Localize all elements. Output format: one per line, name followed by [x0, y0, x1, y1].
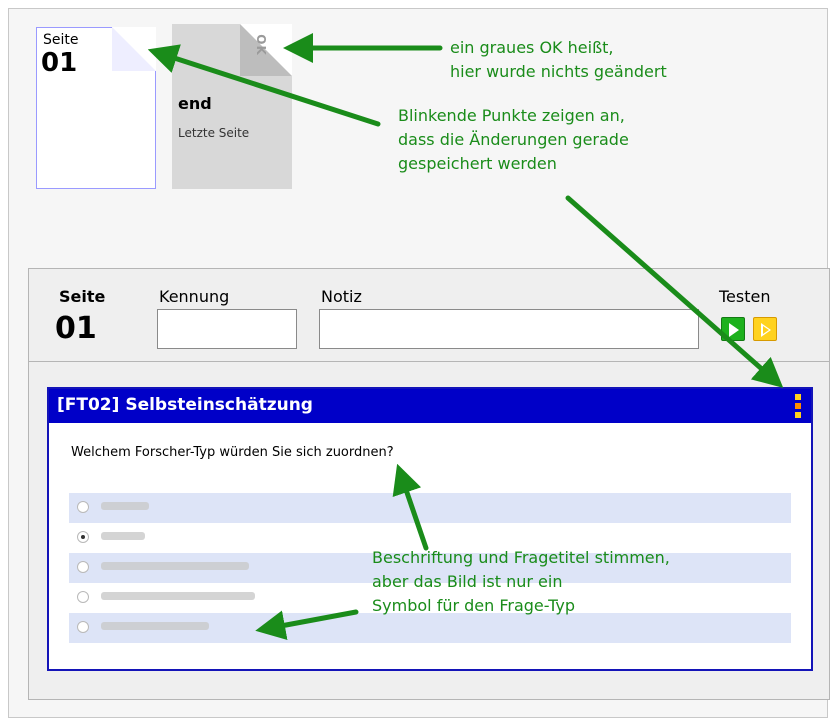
- question-title: [FT02] Selbsteinschätzung: [57, 395, 313, 415]
- play-icon: [729, 323, 739, 337]
- page-card-number: 01: [41, 48, 78, 78]
- seite-number: 01: [55, 311, 97, 346]
- kennung-input[interactable]: [157, 309, 297, 349]
- test-play-alt-button[interactable]: [753, 317, 777, 341]
- test-play-button[interactable]: [721, 317, 745, 341]
- annotation-caption: Beschriftung und Fragetitel stimmen, abe…: [372, 548, 670, 615]
- page-fold-icon: [112, 27, 156, 71]
- blurred-option-label: [101, 592, 255, 600]
- page-card-01[interactable]: Seite 01: [36, 27, 156, 189]
- blurred-option-label: [101, 562, 249, 570]
- blurred-option-label: [101, 532, 145, 540]
- seite-label: Seite: [59, 287, 106, 306]
- question-text: Welchem Forscher-Typ würden Sie sich zuo…: [71, 445, 394, 460]
- blurred-option-label: [101, 502, 149, 510]
- end-card-title: end: [178, 94, 212, 113]
- end-card-subtitle: Letzte Seite: [178, 126, 250, 140]
- ok-status-badge: OK: [253, 34, 268, 56]
- radio-button[interactable]: [77, 501, 89, 513]
- testen-label: Testen: [719, 287, 771, 306]
- page-editor-header: Seite 01 Kennung Notiz Testen: [29, 269, 829, 362]
- page-card-label: Seite: [43, 32, 79, 48]
- page-editor-panel: Seite 01 Kennung Notiz Testen [FT02] Sel…: [28, 268, 830, 700]
- blurred-option-label: [101, 622, 209, 630]
- notiz-label: Notiz: [321, 287, 362, 306]
- notiz-input[interactable]: [319, 309, 699, 349]
- kennung-label: Kennung: [159, 287, 230, 306]
- annotation-grey-ok: ein graues OK heißt, hier wurde nichts g…: [450, 38, 667, 81]
- radio-button[interactable]: [77, 561, 89, 573]
- question-header: [FT02] Selbsteinschätzung: [49, 389, 811, 423]
- question-option[interactable]: [69, 493, 791, 523]
- radio-button-selected[interactable]: [77, 531, 89, 543]
- annotation-blinking-dots: Blinkende Punkte zeigen an, dass die Änd…: [398, 106, 629, 173]
- page-card-end[interactable]: OK end Letzte Seite: [172, 24, 292, 189]
- question-menu-icon[interactable]: [795, 394, 801, 421]
- question-box[interactable]: [FT02] Selbsteinschätzung Welchem Forsch…: [47, 387, 813, 671]
- radio-button[interactable]: [77, 621, 89, 633]
- radio-button[interactable]: [77, 591, 89, 603]
